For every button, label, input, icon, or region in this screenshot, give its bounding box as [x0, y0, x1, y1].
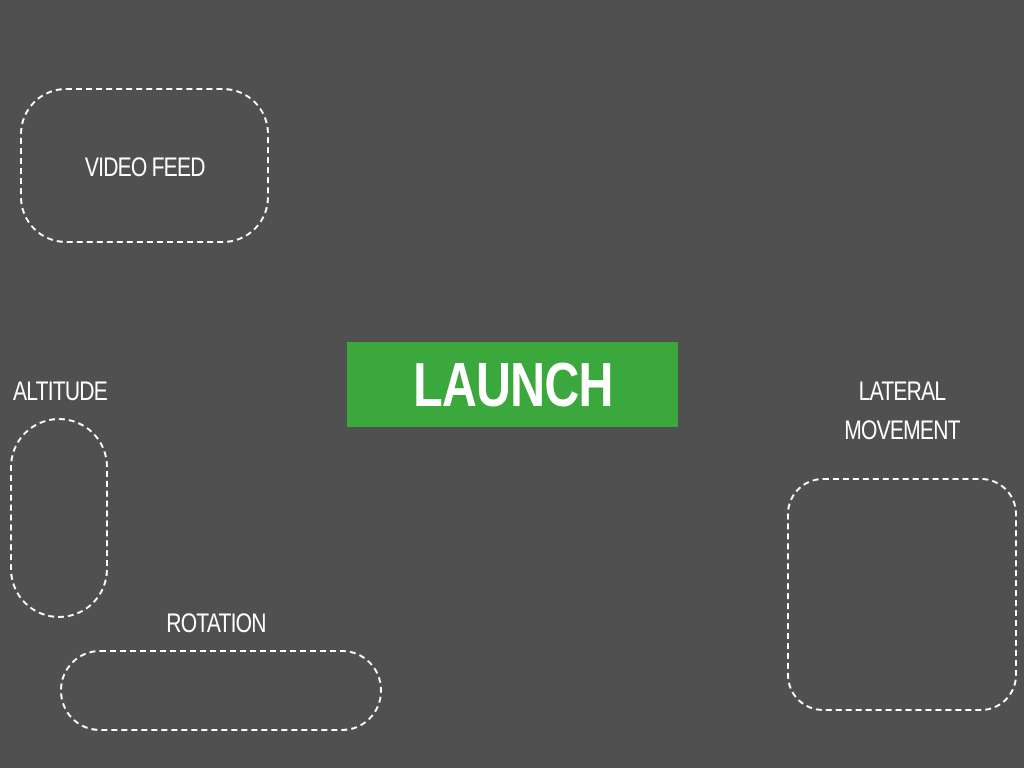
lateral-movement-label: LATERAL MOVEMENT	[808, 372, 995, 450]
lateral-movement-label-line2: MOVEMENT	[844, 415, 960, 446]
launch-button-label: LAUNCH	[412, 351, 613, 420]
launch-button[interactable]: LAUNCH	[347, 342, 678, 427]
altitude-label: ALTITUDE	[12, 376, 108, 406]
rotation-control-zone[interactable]	[60, 650, 382, 731]
lateral-movement-label-line1: LATERAL	[858, 376, 946, 406]
lateral-movement-control-zone[interactable]	[787, 478, 1017, 711]
altitude-control-zone[interactable]	[10, 418, 108, 618]
video-feed-zone: VIDEO FEED	[20, 88, 269, 243]
rotation-label: ROTATION	[166, 608, 266, 638]
video-feed-label: VIDEO FEED	[84, 152, 206, 182]
